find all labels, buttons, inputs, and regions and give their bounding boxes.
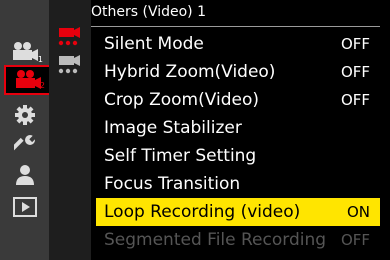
tab-playback[interactable] [0,192,49,222]
header-divider [91,26,380,27]
menu-item-value: OFF [340,231,370,249]
menu-item-label: Crop Zoom(Video) [104,90,259,110]
menu-item-label: Self Timer Setting [104,146,257,166]
sub-tab-column [49,0,91,260]
menu-item-label: Focus Transition [104,174,241,194]
video-camera-icon [15,70,41,89]
video-camera-icon [12,42,38,61]
menu-item-label: Silent Mode [104,34,204,54]
menu-item-self-timer[interactable]: Self Timer Setting [96,142,380,170]
playback-icon [12,197,37,217]
page-title: Others (Video) 1 [91,4,207,20]
tab-video-1[interactable]: 1 [0,37,49,67]
menu-item-value: OFF [340,35,370,53]
menu-item-value: OFF [340,91,370,109]
menu-item-loop-recording[interactable]: Loop Recording (video) ON [96,198,380,226]
menu-list: Silent Mode OFF Hybrid Zoom(Video) OFF C… [96,30,380,254]
person-icon [15,165,34,185]
menu-item-label: Hybrid Zoom(Video) [104,62,276,82]
main-tab-column: 1 2 [0,0,49,260]
wrench-icon [13,135,36,153]
tab-setup[interactable] [0,130,49,160]
gear-icon [14,105,35,125]
video-camera-icon [58,55,80,74]
menu-item-label: Segmented File Recording [104,230,327,250]
menu-item-hybrid-zoom[interactable]: Hybrid Zoom(Video) OFF [96,58,380,86]
tab-sub-number: 2 [39,81,45,90]
subtab-page-1[interactable] [57,26,83,48]
tab-video-2[interactable]: 2 [4,65,49,95]
tab-settings[interactable] [0,100,49,130]
menu-item-value: OFF [340,63,370,81]
menu-item-silent-mode[interactable]: Silent Mode OFF [96,30,380,58]
camera-menu-screen: 1 2 Others (Video) 1 Silent Mode OFF Hyb… [0,0,390,260]
menu-item-focus-transition[interactable]: Focus Transition [96,170,380,198]
menu-item-segmented-file-recording: Segmented File Recording OFF [96,226,380,254]
menu-item-image-stabilizer[interactable]: Image Stabilizer [96,114,380,142]
tab-sub-number: 1 [37,55,43,64]
menu-item-label: Loop Recording (video) [104,202,301,222]
menu-item-label: Image Stabilizer [104,118,242,138]
tab-my-menu[interactable] [0,160,49,190]
subtab-page-2[interactable] [57,54,83,76]
menu-header: Others (Video) 1 [91,0,390,30]
menu-item-value: ON [346,203,370,221]
video-camera-icon [58,27,80,46]
menu-item-crop-zoom[interactable]: Crop Zoom(Video) OFF [96,86,380,114]
